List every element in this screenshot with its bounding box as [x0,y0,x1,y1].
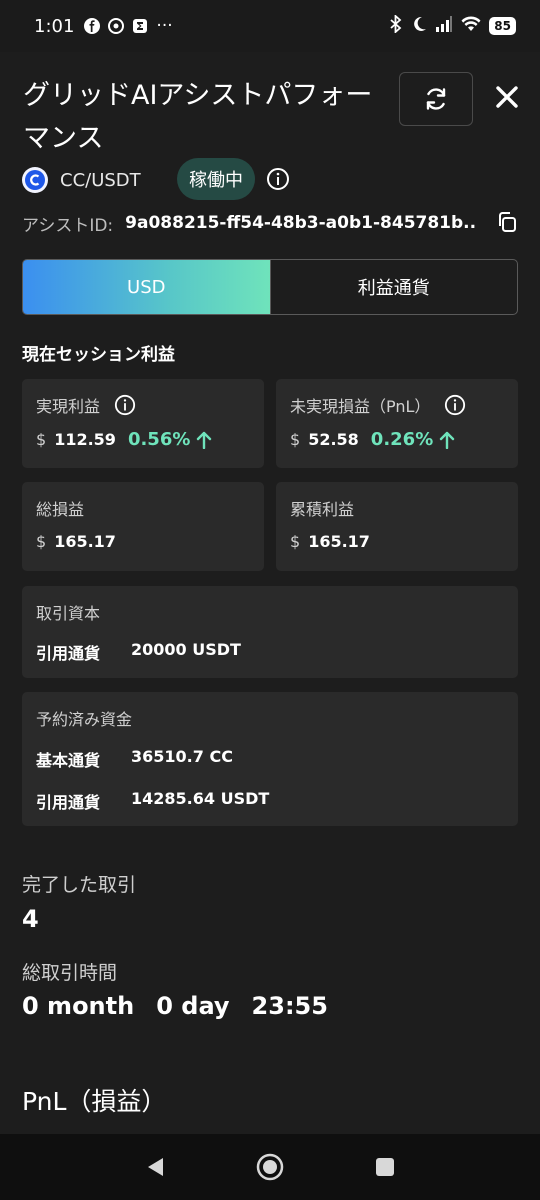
recents-button[interactable] [370,1152,400,1182]
recents-square-icon [376,1158,394,1176]
reserved-base-label: 基本通貨 [36,751,101,770]
completed-trades-label: 完了した取引 [22,874,137,896]
currency-symbol: $ [36,532,47,551]
more-notifications: ··· [156,16,173,36]
realized-pct: 0.56% [127,429,191,450]
cumulative-amount: 165.17 [308,532,370,551]
battery-indicator: 85 [489,17,516,35]
reserved-base-value: 36510.7 CC [131,747,233,766]
refresh-button[interactable] [399,72,473,126]
dnd-moon-icon [411,16,427,37]
coin-logo-icon [22,167,48,193]
total-duration-value: 0 month 0 day 23:55 [22,992,328,1020]
currency-symbol: $ [290,430,301,449]
pnl-section-title: PnL（損益） [22,1087,167,1116]
total-duration-label: 総取引時間 [22,962,118,984]
cumulative-profit-card: 累積利益 $ 165.17 [276,482,518,571]
back-button[interactable] [140,1152,170,1182]
arrow-up-icon [440,431,455,449]
currency-toggle: USD 利益通貨 [22,259,518,315]
back-triangle-icon [148,1158,163,1176]
reserved-funds-title: 予約済み資金 [36,710,133,729]
page-title: グリッドAIアシストパフォーマンス [23,80,373,154]
capital-quote-row: 引用通貨 20000 USDT [36,640,241,664]
assist-id-label: アシストID: [22,215,114,236]
home-circle-icon [256,1153,284,1181]
trading-capital-card: 取引資本 引用通貨 20000 USDT [22,586,518,678]
completed-trades-value: 4 [22,905,39,933]
total-pnl-card: 総損益 $ 165.17 [22,482,264,571]
unrealized-amount: 52.58 [308,430,359,449]
reserved-base-row: 基本通貨 36510.7 CC [36,747,233,771]
close-icon [496,86,518,108]
trading-pair: CC/USDT [22,160,141,200]
assist-id-value: 9a088215-ff54-48b3-a0b1-845781b... [125,213,476,233]
toggle-profit-currency[interactable]: 利益通貨 [269,260,518,314]
reserved-quote-value: 14285.64 USDT [131,789,270,808]
currency-symbol: $ [36,430,47,449]
total-pnl-label: 総損益 [36,500,85,519]
status-bar: 1:01 ··· 85 [0,0,540,52]
status-time: 1:01 [34,15,75,37]
close-button[interactable] [490,80,524,114]
capital-quote-label: 引用通貨 [36,644,101,663]
currency-symbol: $ [290,532,301,551]
unrealized-info-icon[interactable] [444,394,466,416]
reserved-funds-card: 予約済み資金 基本通貨 36510.7 CC 引用通貨 14285.64 USD… [22,692,518,826]
realized-info-icon[interactable] [114,394,136,416]
performance-sheet: グリッドAIアシストパフォーマンス CC/USDT 稼働中 アシストID: 9a… [0,52,540,1134]
app-notification-icon [132,18,148,34]
status-badge: 稼働中 [177,158,255,200]
wifi-icon [461,15,481,37]
pair-label: CC/USDT [60,169,141,191]
chrome-icon [108,18,125,34]
toggle-usd[interactable]: USD [23,260,270,314]
signal-icon [435,15,453,37]
realized-profit-label: 実現利益 [36,397,101,416]
realized-amount: 112.59 [54,430,116,449]
status-info-icon[interactable] [266,167,290,191]
system-nav-bar [0,1134,540,1200]
refresh-icon [426,88,446,110]
realized-profit-card: 実現利益 $ 112.59 0.56% [22,379,264,468]
arrow-up-icon [197,431,212,449]
duration-clock: 23:55 [251,992,328,1020]
reserved-quote-label: 引用通貨 [36,793,101,812]
capital-quote-value: 20000 USDT [131,640,241,659]
cumulative-profit-label: 累積利益 [290,500,355,519]
session-profit-title: 現在セッション利益 [22,345,175,365]
trading-capital-title: 取引資本 [36,604,101,623]
bluetooth-icon [389,13,403,38]
assist-id-row: アシストID: 9a088215-ff54-48b3-a0b1-845781b.… [22,208,522,238]
home-button[interactable] [255,1152,285,1182]
total-amount: 165.17 [54,532,116,551]
unrealized-pnl-card: 未実現損益（PnL） $ 52.58 0.26% [276,379,518,468]
duration-months: 0 month [22,992,135,1020]
reserved-quote-row: 引用通貨 14285.64 USDT [36,789,269,813]
copy-icon[interactable] [495,210,519,234]
facebook-icon [84,18,101,34]
unrealized-pnl-label: 未実現損益（PnL） [290,397,431,416]
duration-days: 0 day [156,992,230,1020]
unrealized-pct: 0.26% [370,429,434,450]
